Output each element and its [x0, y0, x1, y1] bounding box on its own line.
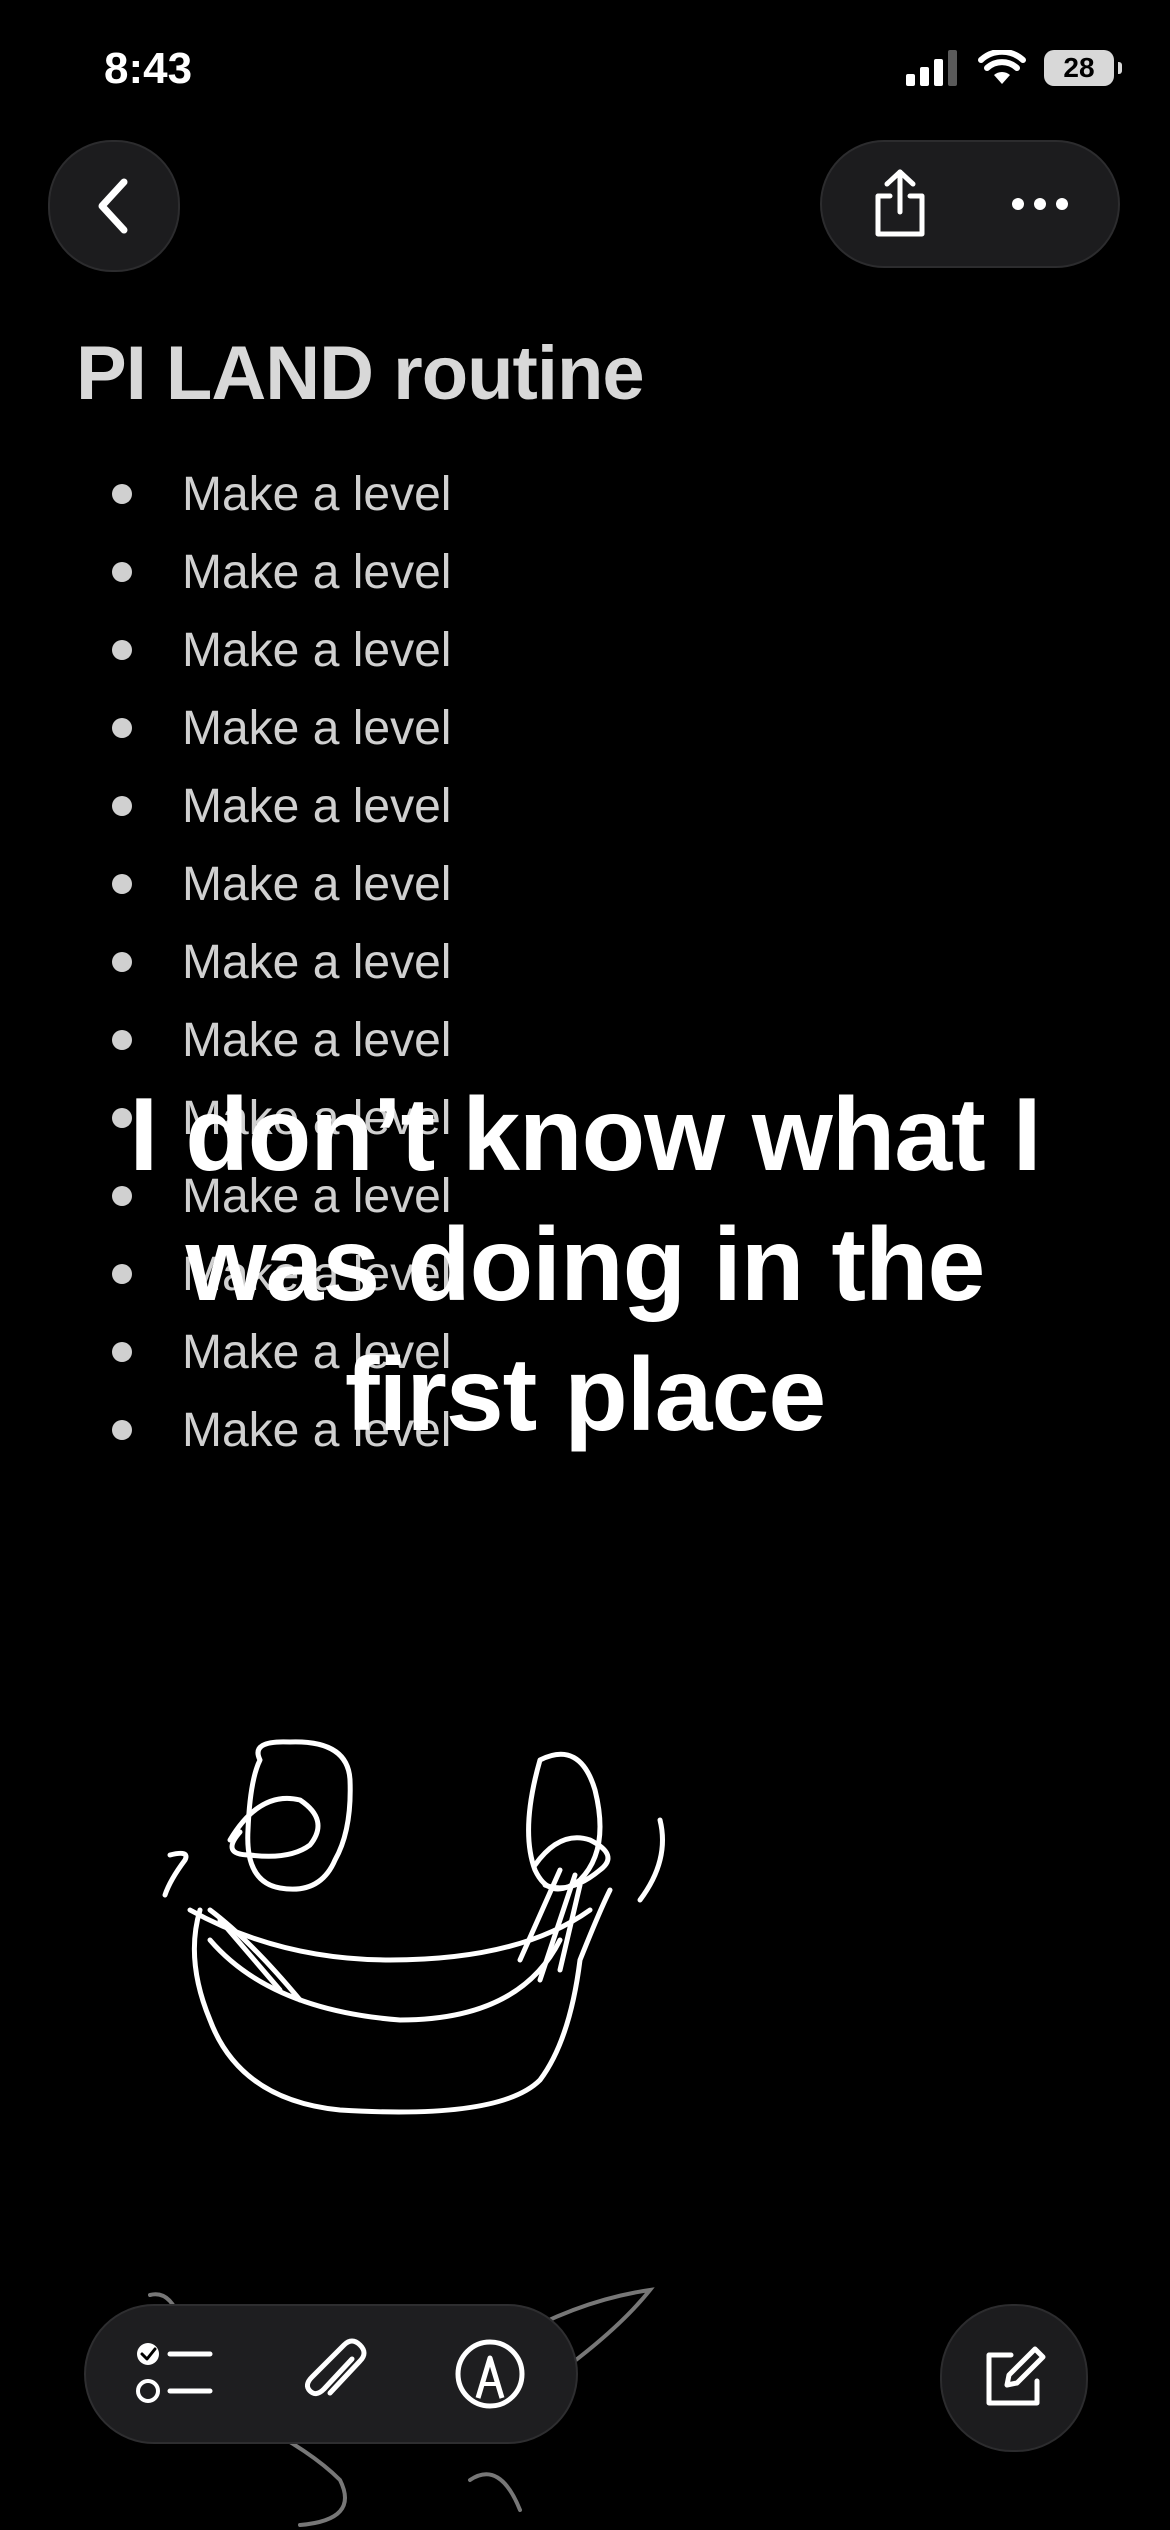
cellular-signal-icon [906, 50, 957, 86]
overlay-caption-line-3: first place [344, 1337, 826, 1453]
chevron-left-icon [98, 178, 128, 234]
more-horizontal-icon[interactable] [1010, 196, 1070, 212]
bullet-icon [112, 874, 132, 894]
bullet-icon [112, 484, 132, 504]
status-icons: 28 [906, 50, 1122, 86]
markup-pen-icon[interactable] [454, 2338, 526, 2410]
paperclip-icon[interactable] [300, 2337, 370, 2411]
list-item[interactable]: Make a level [112, 923, 812, 1001]
list-item-text: Make a level [182, 467, 452, 521]
bullet-icon [112, 1030, 132, 1050]
list-item[interactable]: Make a level [112, 455, 812, 533]
list-item[interactable]: Make a level [112, 611, 812, 689]
overlay-caption: I don’t know what I was doing in the fir… [60, 1070, 1110, 1460]
status-bar: 8:43 28 [0, 0, 1170, 140]
list-item-text: Make a level [182, 1013, 452, 1067]
status-time: 8:43 [104, 44, 193, 93]
overlay-caption-line-1: I don’t know what I [129, 1077, 1041, 1193]
list-item-text: Make a level [182, 935, 452, 989]
list-item[interactable]: Make a level [112, 533, 812, 611]
share-icon[interactable] [870, 168, 930, 240]
list-item[interactable]: Make a level [112, 767, 812, 845]
back-button[interactable] [48, 140, 180, 272]
bottom-toolbar [84, 2304, 578, 2444]
compose-button[interactable] [940, 2304, 1088, 2452]
bullet-icon [112, 562, 132, 582]
list-item-text: Make a level [182, 779, 452, 833]
list-item-text: Make a level [182, 701, 452, 755]
bullet-icon [112, 952, 132, 972]
battery-indicator: 28 [1044, 50, 1122, 86]
list-item-text: Make a level [182, 623, 452, 677]
list-item[interactable]: Make a level [112, 845, 812, 923]
list-item-text: Make a level [182, 857, 452, 911]
list-item[interactable]: Make a level [112, 689, 812, 767]
sketch-drawing[interactable] [140, 1720, 760, 2180]
note-title[interactable]: PI LAND routine [76, 330, 645, 417]
compose-icon [986, 2346, 1046, 2406]
bullet-icon [112, 718, 132, 738]
list-item-text: Make a level [182, 545, 452, 599]
list-item[interactable]: Make a level [112, 1001, 812, 1079]
top-actions-pill [820, 140, 1120, 268]
bullet-icon [112, 796, 132, 816]
overlay-caption-line-2: was doing in the [185, 1207, 986, 1323]
bullet-icon [112, 640, 132, 660]
wifi-icon [978, 50, 1026, 84]
checklist-icon[interactable] [136, 2339, 216, 2409]
